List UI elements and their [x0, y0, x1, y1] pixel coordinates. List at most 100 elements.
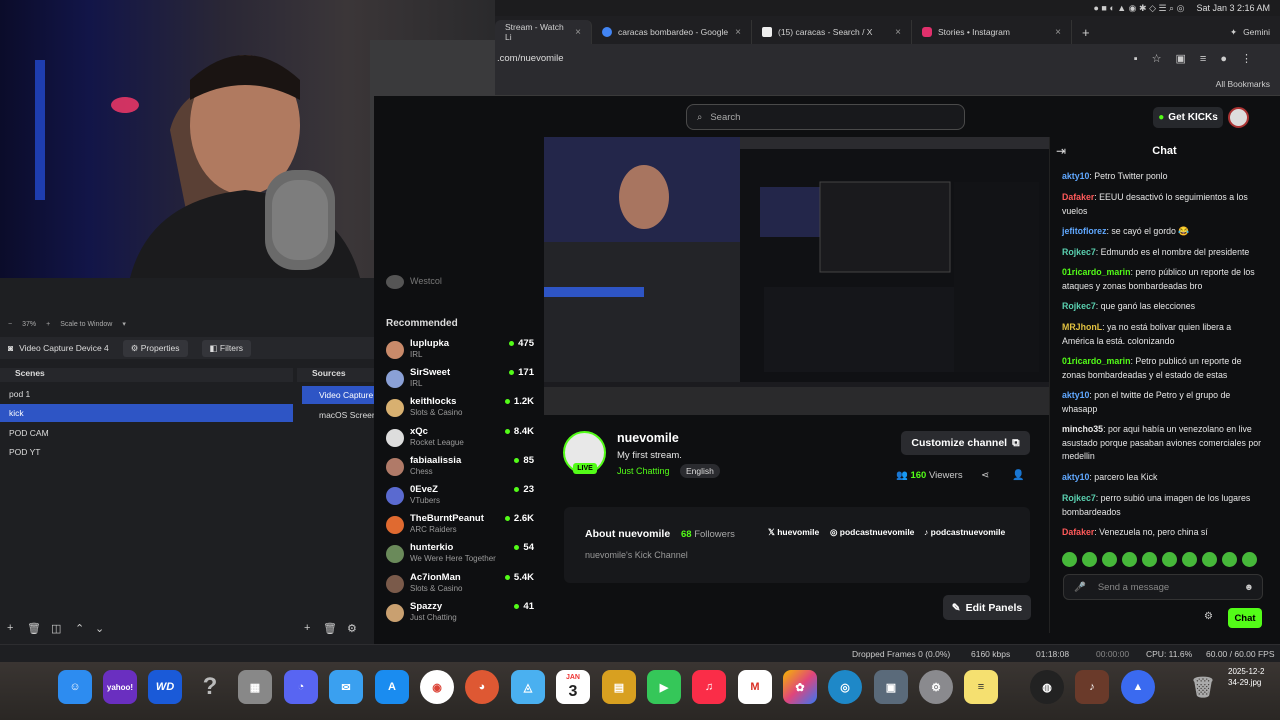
- chat-username[interactable]: Rojkec7: [1062, 247, 1096, 257]
- emote-icon[interactable]: [1122, 552, 1137, 567]
- move-up-icon[interactable]: ⌃: [75, 622, 84, 635]
- remove-source-icon[interactable]: 🗑: [323, 622, 337, 635]
- scene-filter-icon[interactable]: ◫: [51, 622, 61, 635]
- source-item[interactable]: Video Capture: [302, 386, 374, 404]
- scene-item[interactable]: POD YT: [0, 443, 293, 461]
- launchpad-icon[interactable]: ▦: [238, 670, 272, 704]
- chat-username[interactable]: Dafaker: [1062, 527, 1094, 537]
- chevron-down-icon[interactable]: ▾: [122, 320, 126, 328]
- chat-username[interactable]: mincho35: [1062, 424, 1103, 434]
- social-x-link[interactable]: 𝕏 huevomile: [768, 527, 819, 538]
- zoom-in-icon[interactable]: +: [46, 321, 50, 328]
- chat-username[interactable]: 01ricardo_marin: [1062, 267, 1130, 277]
- address-bar[interactable]: .com/nuevomile ▪☆▣≡●⋮: [495, 44, 1280, 72]
- help-icon[interactable]: ?: [193, 670, 227, 704]
- recommended-channel[interactable]: keithlocks Slots & Casino 1.2K: [384, 396, 534, 424]
- chat-username[interactable]: akty10: [1062, 390, 1089, 400]
- chat-username[interactable]: MRJhonL: [1062, 322, 1102, 332]
- chat-send-button[interactable]: Chat: [1228, 608, 1262, 628]
- recommended-channel[interactable]: luplupka IRL 475: [384, 338, 534, 366]
- facetime-icon[interactable]: ▶: [647, 670, 681, 704]
- source-settings-icon[interactable]: ⚙: [347, 622, 357, 635]
- close-icon[interactable]: ×: [1055, 27, 1061, 38]
- social-tiktok-link[interactable]: ♪ podcastnuevomile: [924, 527, 1005, 537]
- move-down-icon[interactable]: ⌄: [95, 622, 104, 635]
- video-player[interactable]: [544, 137, 1049, 415]
- finder-icon[interactable]: ☺: [58, 670, 92, 704]
- chat-username[interactable]: akty10: [1062, 171, 1089, 181]
- microphone-icon[interactable]: 🎤: [1074, 582, 1086, 593]
- emoji-icon[interactable]: ☻: [1244, 582, 1254, 593]
- chat-input[interactable]: 🎤 Send a message ☻: [1063, 574, 1263, 600]
- social-instagram-link[interactable]: ◎ podcastnuevomile: [830, 527, 914, 538]
- yahoo-mail-icon[interactable]: yahoo!: [103, 670, 137, 704]
- photos-icon[interactable]: ✿: [783, 670, 817, 704]
- close-icon[interactable]: ×: [575, 27, 581, 38]
- recommended-channel[interactable]: Spazzy Just Chatting 41: [384, 601, 534, 629]
- calendar-icon[interactable]: JAN 3: [556, 670, 590, 704]
- vpn-icon[interactable]: ▲: [1121, 670, 1155, 704]
- emote-icon[interactable]: [1082, 552, 1097, 567]
- discord-icon[interactable]: ◔: [284, 670, 318, 704]
- emote-icon[interactable]: [1182, 552, 1197, 567]
- emote-icon[interactable]: [1142, 552, 1157, 567]
- emote-icon[interactable]: [1062, 552, 1077, 567]
- filters-button[interactable]: ◧ Filters: [201, 339, 252, 357]
- maps-icon[interactable]: ◬: [511, 670, 545, 704]
- properties-button[interactable]: ⚙ Properties: [122, 339, 188, 357]
- get-kicks-button[interactable]: ● Get KICKs: [1153, 107, 1223, 128]
- wd-icon[interactable]: WD: [148, 670, 182, 704]
- recommended-channel[interactable]: Ac7ionMan Slots & Casino 5.4K: [384, 572, 534, 600]
- chat-username[interactable]: jefitoflorez: [1062, 226, 1106, 236]
- add-scene-icon[interactable]: +: [7, 622, 13, 634]
- streamer-name[interactable]: nuevomile: [617, 431, 679, 445]
- trash-icon[interactable]: 🗑: [1186, 670, 1220, 704]
- chrome-icon[interactable]: ◉: [420, 670, 454, 704]
- chat-settings-icon[interactable]: ⚙: [1204, 611, 1213, 622]
- add-friend-icon[interactable]: 👤: [1012, 470, 1024, 481]
- url-text[interactable]: .com/nuevomile: [497, 53, 564, 64]
- language-tag[interactable]: English: [680, 464, 720, 478]
- duckduckgo-icon[interactable]: ◕: [465, 670, 499, 704]
- share-icon[interactable]: ⋖: [981, 470, 989, 481]
- channel-avatar[interactable]: [386, 275, 404, 289]
- preview-icon[interactable]: ▣: [874, 670, 908, 704]
- emote-icon[interactable]: [1202, 552, 1217, 567]
- emote-icon[interactable]: [1102, 552, 1117, 567]
- notes-app-icon[interactable]: ▤: [602, 670, 636, 704]
- tab-google[interactable]: caracas bombardeo - Google ×: [592, 20, 752, 44]
- edit-panels-button[interactable]: ✎ Edit Panels: [943, 595, 1031, 620]
- system-settings-icon[interactable]: ⚙: [919, 670, 953, 704]
- tab-x-search[interactable]: (15) caracas - Search / X ×: [752, 20, 912, 44]
- new-tab-button[interactable]: +: [1072, 20, 1100, 44]
- scene-item[interactable]: pod 1: [0, 385, 293, 403]
- all-bookmarks-link[interactable]: All Bookmarks: [1216, 79, 1270, 89]
- obs-icon[interactable]: ◍: [1030, 670, 1064, 704]
- chat-username[interactable]: akty10: [1062, 472, 1089, 482]
- source-item[interactable]: macOS Screen: [302, 406, 374, 424]
- remove-scene-icon[interactable]: 🗑: [27, 622, 41, 635]
- chat-username[interactable]: Rojkec7: [1062, 301, 1096, 311]
- gemini-button[interactable]: ✦ Gemini: [1220, 20, 1280, 44]
- chat-username[interactable]: Dafaker: [1062, 192, 1094, 202]
- notes-icon[interactable]: ≡: [964, 670, 998, 704]
- garageband-icon[interactable]: ♪: [1075, 670, 1109, 704]
- gmail-icon[interactable]: M: [738, 670, 772, 704]
- search-input[interactable]: ⌕ Search: [686, 104, 965, 130]
- menu-icons[interactable]: ● ■ ◐ ▲ ◉ ✱ ◇ ☰ ⌕ ◎: [1093, 3, 1184, 14]
- close-icon[interactable]: ×: [735, 27, 741, 38]
- emote-icon[interactable]: [1242, 552, 1257, 567]
- recommended-channel[interactable]: xQc Rocket League 8.4K: [384, 426, 534, 454]
- scene-item[interactable]: kick: [0, 404, 293, 423]
- music-icon[interactable]: ♫: [692, 670, 726, 704]
- tab-instagram[interactable]: Stories • Instagram ×: [912, 20, 1072, 44]
- stream-category[interactable]: Just Chatting: [617, 466, 670, 476]
- emote-icon[interactable]: [1162, 552, 1177, 567]
- user-avatar[interactable]: [1228, 107, 1249, 128]
- close-icon[interactable]: ×: [895, 27, 901, 38]
- mail-icon[interactable]: ✉: [329, 670, 363, 704]
- chat-username[interactable]: 01ricardo_marin: [1062, 356, 1130, 366]
- toolbar-icons[interactable]: ▪☆▣≡●⋮: [1134, 52, 1266, 65]
- chat-username[interactable]: Rojkec7: [1062, 493, 1096, 503]
- emote-icon[interactable]: [1222, 552, 1237, 567]
